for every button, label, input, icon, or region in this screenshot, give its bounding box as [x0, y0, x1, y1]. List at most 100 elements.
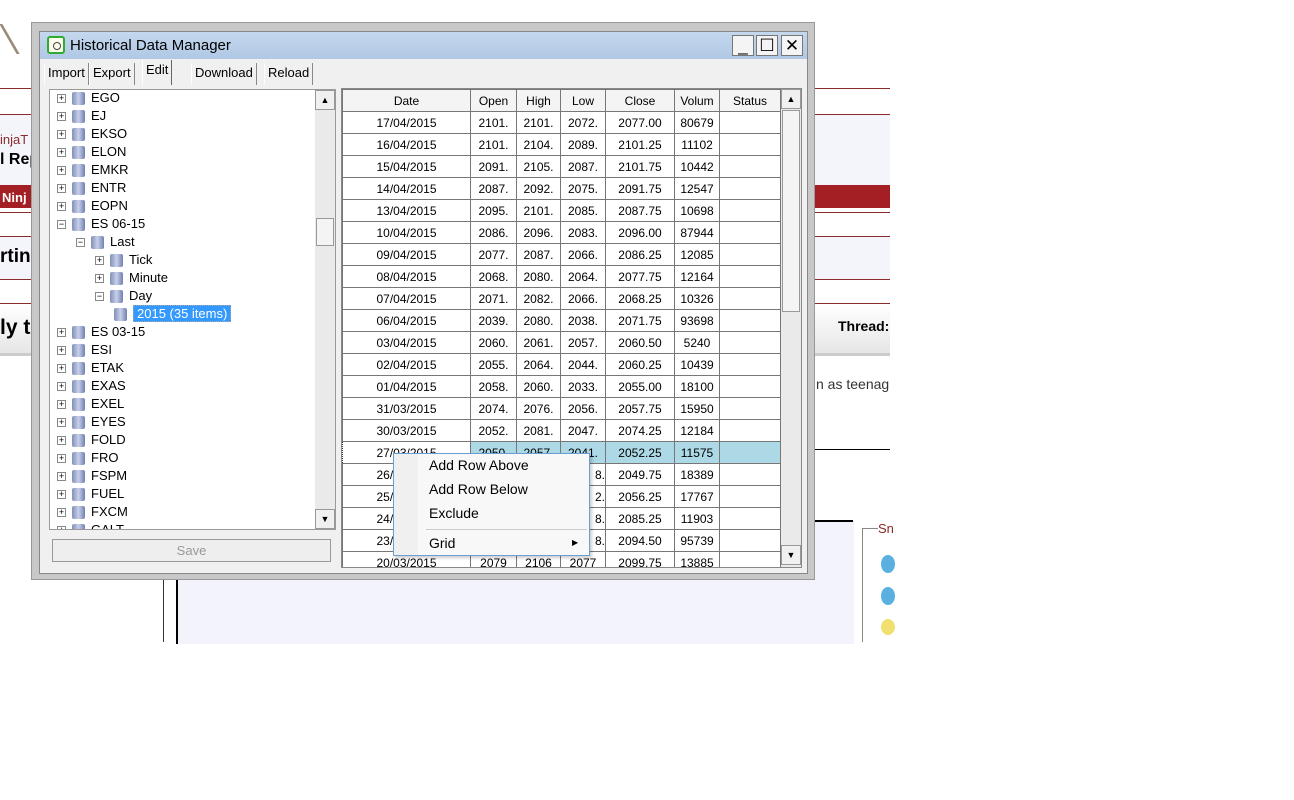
cell-status[interactable] [719, 309, 781, 332]
cell-high[interactable]: 2064. [516, 353, 561, 376]
cell-volum[interactable]: 10326 [674, 287, 720, 310]
cell-volum[interactable]: 15950 [674, 397, 720, 420]
expand-icon[interactable]: + [57, 472, 66, 482]
expand-icon[interactable]: + [57, 454, 66, 464]
tab-edit[interactable]: Edit [142, 60, 173, 85]
cell-close[interactable]: 2049.75 [605, 463, 675, 486]
table-row[interactable]: 08/04/2015 2068. 2080. 2064. 2077.75 12164 [342, 265, 781, 288]
cell-status[interactable] [719, 419, 781, 442]
cell-date[interactable]: 10/04/2015 [342, 221, 471, 244]
column-header[interactable]: Close [605, 89, 675, 112]
table-row[interactable]: 31/03/2015 2074. 2076. 2056. 2057.75 15950 [342, 397, 781, 420]
minimize-button[interactable]: _ [732, 35, 754, 56]
expand-icon[interactable]: + [57, 184, 66, 194]
cell-status[interactable] [719, 551, 781, 567]
expand-icon[interactable]: + [57, 526, 66, 529]
cell-close[interactable]: 2101.25 [605, 133, 675, 156]
column-header[interactable]: Low [560, 89, 606, 112]
cell-date[interactable]: 31/03/2015 [342, 397, 471, 420]
tree-node[interactable]: + EOPN [57, 198, 128, 216]
tree-scrollbar[interactable]: ▲ ▼ [315, 90, 335, 529]
tree-node[interactable]: + FOLD [57, 432, 126, 450]
expand-icon[interactable]: + [57, 166, 66, 176]
tree-node[interactable]: + EKSO [57, 126, 127, 144]
cell-open[interactable]: 2091. [470, 155, 517, 178]
scroll-thumb[interactable] [782, 110, 800, 312]
cell-status[interactable] [719, 221, 781, 244]
tree-node[interactable]: + ESI [57, 342, 112, 360]
scroll-up-arrow-icon[interactable]: ▲ [315, 90, 335, 110]
cell-status[interactable] [719, 353, 781, 376]
cell-status[interactable] [719, 529, 781, 552]
cell-date[interactable]: 09/04/2015 [342, 243, 471, 266]
expand-icon[interactable]: + [95, 274, 104, 284]
tree-node[interactable]: + FXCM [57, 504, 128, 522]
collapse-icon[interactable]: − [76, 238, 85, 248]
scroll-down-arrow-icon[interactable]: ▼ [781, 545, 801, 565]
tree-node[interactable]: + ELON [57, 144, 126, 162]
cell-close[interactable]: 2086.25 [605, 243, 675, 266]
cell-close[interactable]: 2068.25 [605, 287, 675, 310]
cell-status[interactable] [719, 111, 781, 134]
cell-low[interactable]: 2057. [560, 331, 606, 354]
cell-volum[interactable]: 13885 [674, 551, 720, 567]
expand-icon[interactable]: + [57, 328, 66, 338]
cell-open[interactable]: 2077. [470, 243, 517, 266]
cell-status[interactable] [719, 199, 781, 222]
cell-close[interactable]: 2099.75 [605, 551, 675, 567]
tree-node[interactable]: + Tick [95, 252, 152, 270]
tree-node[interactable]: + EYES [57, 414, 126, 432]
cell-low[interactable]: 2072. [560, 111, 606, 134]
table-row[interactable]: 16/04/2015 2101. 2104. 2089. 2101.25 11102 [342, 133, 781, 156]
cell-close[interactable]: 2094.50 [605, 529, 675, 552]
cell-high[interactable]: 2101. [516, 199, 561, 222]
menu-item-grid[interactable]: Grid [429, 535, 455, 551]
cell-volum[interactable]: 18389 [674, 463, 720, 486]
grid-scrollbar[interactable]: ▲ ▼ [781, 89, 801, 567]
cell-status[interactable] [719, 243, 781, 266]
tree-node[interactable]: + ENTR [57, 180, 126, 198]
table-row[interactable]: 01/04/2015 2058. 2060. 2033. 2055.00 18100 [342, 375, 781, 398]
cell-date[interactable]: 08/04/2015 [342, 265, 471, 288]
column-header[interactable]: Volum [674, 89, 720, 112]
cell-volum[interactable]: 93698 [674, 309, 720, 332]
instrument-tree[interactable]: +GALT+FXCM+FUEL+FSPM+FRO+FOLD+EYES+EXEL+… [49, 89, 336, 530]
cell-volum[interactable]: 87944 [674, 221, 720, 244]
cell-high[interactable]: 2080. [516, 265, 561, 288]
cell-low[interactable]: 2066. [560, 287, 606, 310]
cell-volum[interactable]: 5240 [674, 331, 720, 354]
table-row[interactable]: 02/04/2015 2055. 2064. 2044. 2060.25 10439 [342, 353, 781, 376]
cell-status[interactable] [719, 155, 781, 178]
cell-volum[interactable]: 95739 [674, 529, 720, 552]
cell-volum[interactable]: 10442 [674, 155, 720, 178]
cell-volum[interactable]: 12184 [674, 419, 720, 442]
cell-close[interactable]: 2057.75 [605, 397, 675, 420]
cell-date[interactable]: 15/04/2015 [342, 155, 471, 178]
tree-node[interactable]: + EGO [57, 90, 120, 108]
expand-icon[interactable]: + [57, 382, 66, 392]
tree-node[interactable]: + FSPM [57, 468, 127, 486]
cell-low[interactable]: 2033. [560, 375, 606, 398]
cell-close[interactable]: 2055.00 [605, 375, 675, 398]
smiley-icon[interactable] [881, 555, 895, 573]
cell-date[interactable]: 01/04/2015 [342, 375, 471, 398]
cell-close[interactable]: 2077.00 [605, 111, 675, 134]
tree-node[interactable]: + ETAK [57, 360, 124, 378]
cell-date[interactable]: 14/04/2015 [342, 177, 471, 200]
close-button[interactable]: ✕ [781, 35, 803, 56]
cell-volum[interactable]: 12547 [674, 177, 720, 200]
expand-icon[interactable]: + [57, 130, 66, 140]
cell-close[interactable]: 2074.25 [605, 419, 675, 442]
table-row[interactable]: 06/04/2015 2039. 2080. 2038. 2071.75 93698 [342, 309, 781, 332]
cell-high[interactable]: 2060. [516, 375, 561, 398]
column-header[interactable]: Status [719, 89, 781, 112]
tree-node[interactable]: + EXAS [57, 378, 126, 396]
cell-status[interactable] [719, 177, 781, 200]
cell-date[interactable]: 03/04/2015 [342, 331, 471, 354]
table-row[interactable]: 14/04/2015 2087. 2092. 2075. 2091.75 12547 [342, 177, 781, 200]
tree-node[interactable]: + EMKR [57, 162, 129, 180]
table-row[interactable]: 30/03/2015 2052. 2081. 2047. 2074.25 12184 [342, 419, 781, 442]
cell-low[interactable]: 2056. [560, 397, 606, 420]
cell-status[interactable] [719, 265, 781, 288]
column-header[interactable]: Date [342, 89, 471, 112]
